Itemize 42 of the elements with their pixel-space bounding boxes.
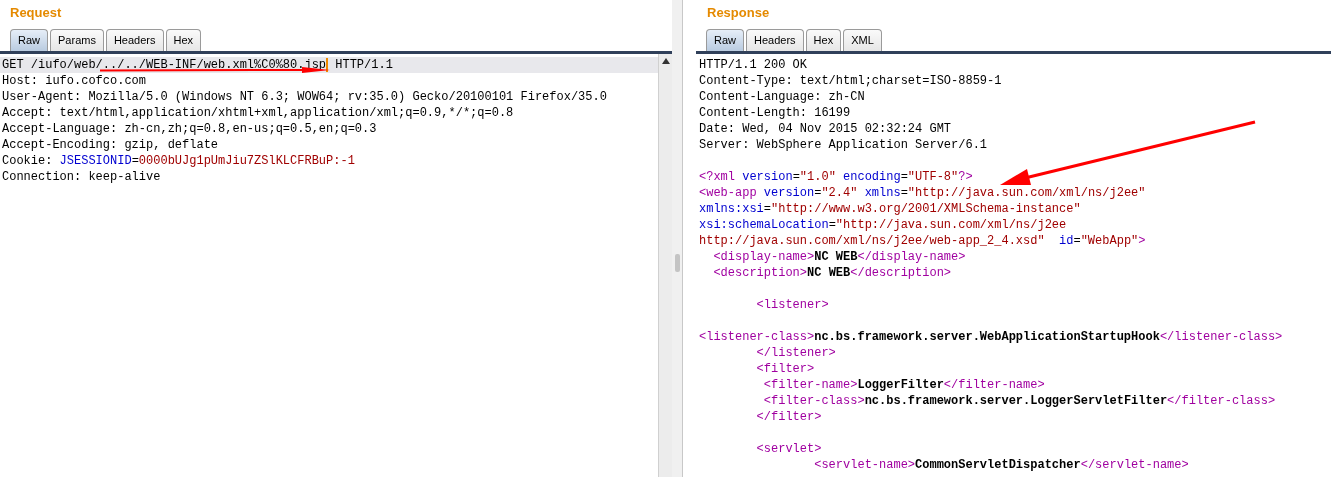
code-line: Host: iufo.cofco.com: [1, 73, 148, 89]
panel-title: Request: [9, 4, 63, 22]
code-line: Content-Language: zh-CN: [698, 89, 866, 105]
code-line: <listener-class>nc.bs.framework.server.WebApplicationStartupHook</listener-class>: [698, 329, 1284, 345]
tab[interactable]: Headers: [746, 29, 804, 51]
splitter-handle[interactable]: [674, 254, 680, 272]
code-line: <filter>: [755, 361, 816, 377]
code-line: Cookie: JSESSIONID=0000bUJg1pUmJiu7ZSlKLCFRBuP:-1: [1, 153, 356, 169]
panel-title: Response: [706, 4, 771, 22]
code-line: <?xml version="1.0" encoding="UTF-8"?>: [698, 169, 974, 185]
code-line: Accept: text/html,application/xhtml+xml,application/xml;q=0.9,*/*;q=0.8: [1, 105, 515, 121]
tab[interactable]: Raw: [706, 29, 744, 51]
code-line: <filter-name>LoggerFilter</filter-name>: [762, 377, 1046, 393]
code-line: xsi:schemaLocation="http://java.sun.com/xml/ns/j2ee: [698, 217, 1068, 233]
code-line: HTTP/1.1 200 OK: [698, 57, 809, 73]
tab[interactable]: Hex: [805, 29, 842, 51]
code-line: http://java.sun.com/xml/ns/j2ee/web-app_2_4.xsd" id="WebApp">: [698, 233, 1147, 249]
code-line: <description>NC WEB</description>: [712, 265, 953, 281]
code-line: Accept-Encoding: gzip, deflate: [1, 137, 220, 153]
scrollbar[interactable]: [658, 54, 672, 477]
tab[interactable]: Hex: [165, 29, 202, 51]
code-line: <servlet-name>CommonServletDispatcher</servlet-name>: [813, 457, 1190, 473]
scroll-up-icon[interactable]: [661, 58, 670, 64]
code-line: User-Agent: Mozilla/5.0 (Windows NT 6.3; WOW64; rv:35.0) Gecko/20100101 Firefox/35.0: [1, 89, 608, 105]
tab[interactable]: XML: [843, 29, 882, 51]
tab[interactable]: Raw: [10, 29, 48, 51]
code-line: <filter-class>nc.bs.framework.server.LoggerServletFilter</filter-class>: [762, 393, 1277, 409]
code-line: Accept-Language: zh-cn,zh;q=0.8,en-us;q=0.5,en;q=0.3: [1, 121, 378, 137]
code-line: </listener>: [755, 345, 837, 361]
code-line: Server: WebSphere Application Server/6.1: [698, 137, 989, 153]
tab[interactable]: Headers: [105, 29, 164, 51]
code-line: Date: Wed, 04 Nov 2015 02:32:24 GMT: [698, 121, 953, 137]
code-line: Content-Length: 16199: [698, 105, 852, 121]
code-line: <display-name>NC WEB</display-name>: [712, 249, 967, 265]
tab[interactable]: Params: [50, 29, 104, 51]
code-line: <listener>: [755, 297, 830, 313]
code-line: xmlns:xsi="http://www.w3.org/2001/XMLSchema-instance": [698, 201, 1082, 217]
code-line: </filter>: [755, 409, 823, 425]
code-line: Connection: keep-alive: [1, 169, 162, 185]
code-line: Content-Type: text/html;charset=ISO-8859-1: [698, 73, 1003, 89]
code-line: <servlet>: [755, 441, 823, 457]
code-line: <web-app version="2.4" xmlns="http://java.sun.com/xml/ns/j2ee": [698, 185, 1147, 201]
